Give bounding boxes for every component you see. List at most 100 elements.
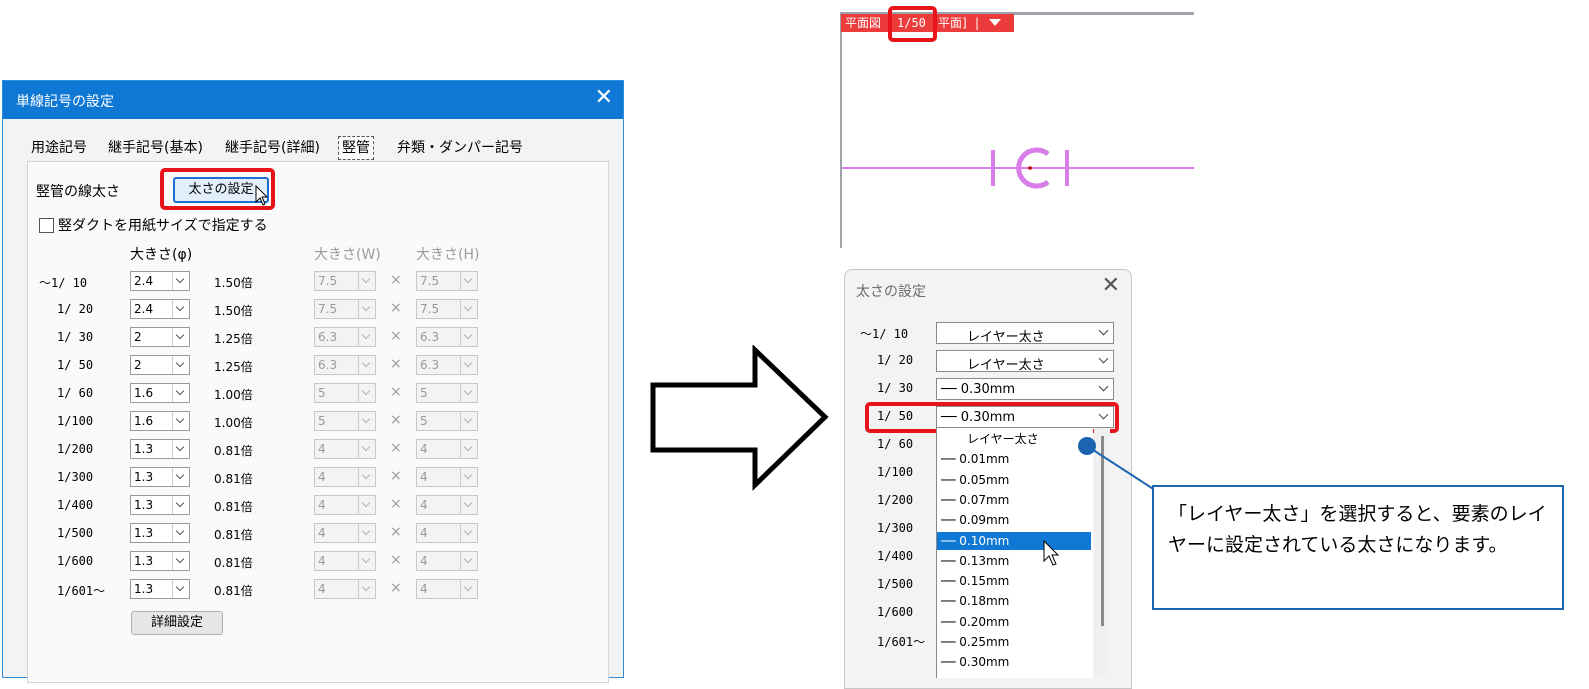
times-sign: ×: [390, 328, 402, 344]
mouse-cursor-icon: [255, 185, 269, 206]
height-combo: 6.3: [416, 355, 478, 375]
chevron-down-icon: [460, 440, 477, 458]
dropdown-option[interactable]: ── 0.15mm: [937, 572, 1091, 590]
height-combo: 4: [416, 579, 478, 599]
chevron-down-icon[interactable]: [172, 412, 189, 430]
diameter-combo[interactable]: 2: [130, 355, 190, 375]
multiplier-label: 1.00倍: [214, 388, 253, 402]
close-icon[interactable]: ✕: [595, 87, 613, 109]
width-combo: 4: [314, 495, 376, 515]
chevron-down-icon[interactable]: [172, 524, 189, 542]
multiplier-label: 0.81倍: [214, 444, 253, 458]
scale-label: ～1/ 10: [860, 327, 909, 341]
duct-paper-size-checkbox[interactable]: [39, 218, 54, 233]
chevron-down-icon: [460, 412, 477, 430]
tab-valve-damper[interactable]: 弁類・ダンパー記号: [397, 137, 523, 159]
multiplier-label: 1.00倍: [214, 416, 253, 430]
chevron-down-icon: [358, 496, 375, 514]
diameter-combo[interactable]: 2.4: [130, 271, 190, 291]
tab-usage-symbol[interactable]: 用途記号: [31, 137, 87, 159]
chevron-down-icon[interactable]: [1095, 379, 1113, 399]
dropdown-option[interactable]: レイヤー太さ: [937, 430, 1091, 448]
width-combo[interactable]: ── 0.30mm: [936, 378, 1114, 400]
diameter-combo[interactable]: 1.3: [130, 495, 190, 515]
chevron-down-icon[interactable]: [172, 468, 189, 486]
multiplier-label: 0.81倍: [214, 528, 253, 542]
scale-label: 1/ 60: [57, 386, 94, 400]
chevron-down-icon[interactable]: [172, 300, 189, 318]
dropdown-option[interactable]: ── 0.18mm: [937, 592, 1091, 610]
caret-down-icon[interactable]: [989, 19, 1001, 27]
dropdown-option[interactable]: ── 0.13mm: [937, 552, 1091, 570]
chevron-down-icon: [460, 300, 477, 318]
scale-label: 1/500: [877, 577, 914, 591]
diameter-combo[interactable]: 1.3: [130, 551, 190, 571]
height-combo: 4: [416, 439, 478, 459]
height-combo: 6.3: [416, 327, 478, 347]
scale-label: 1/300: [57, 470, 94, 484]
scale-label: 1/100: [57, 414, 94, 428]
width-combo: 4: [314, 439, 376, 459]
diameter-combo[interactable]: 2: [130, 327, 190, 347]
chevron-down-icon: [460, 356, 477, 374]
diameter-combo[interactable]: 1.3: [130, 467, 190, 487]
width-combo: 7.5: [314, 271, 376, 291]
dropdown-option[interactable]: ── 0.05mm: [937, 471, 1091, 489]
chevron-down-icon[interactable]: [172, 328, 189, 346]
dropdown-option[interactable]: ── 0.20mm: [937, 613, 1091, 631]
line-width-label: 竪管の線太さ: [36, 184, 120, 200]
tab-vertical-pipe[interactable]: 竪管: [338, 136, 374, 160]
chevron-down-icon[interactable]: [1095, 323, 1113, 343]
chevron-down-icon[interactable]: [172, 384, 189, 402]
mouse-cursor-icon: [1043, 540, 1060, 566]
tab-joint-detail[interactable]: 継手記号(詳細): [225, 137, 320, 159]
right-arrow-icon: [650, 345, 829, 491]
scale-label: 1/200: [877, 493, 914, 507]
chevron-down-icon[interactable]: [1095, 351, 1113, 371]
diameter-combo[interactable]: 1.3: [130, 439, 190, 459]
width-combo[interactable]: レイヤー太さ: [936, 322, 1114, 345]
width-combo[interactable]: レイヤー太さ: [936, 350, 1114, 373]
tab-joint-basic[interactable]: 継手記号(基本): [108, 137, 203, 159]
column-header-w: 大きさ(W): [314, 247, 381, 263]
view-separator: |: [975, 16, 980, 30]
times-sign: ×: [390, 552, 402, 568]
multiplier-label: 1.25倍: [214, 332, 253, 346]
scale-label: 1/ 30: [877, 381, 914, 395]
chevron-down-icon[interactable]: [172, 580, 189, 598]
dropdown-option[interactable]: ── 0.07mm: [937, 491, 1091, 509]
diameter-combo[interactable]: 1.6: [130, 411, 190, 431]
width-dropdown-list[interactable]: レイヤー太さ ── 0.01mm ── 0.05mm ── 0.07mm ── 0.09…: [936, 428, 1093, 678]
chevron-down-icon: [460, 468, 477, 486]
dropdown-option[interactable]: ── 0.09mm: [937, 511, 1091, 529]
diameter-combo[interactable]: 1.3: [130, 579, 190, 599]
detail-settings-button[interactable]: 詳細設定: [131, 611, 223, 635]
dropdown-option[interactable]: ── 0.10mm: [937, 531, 1091, 550]
close-icon[interactable]: ✕: [1102, 275, 1120, 297]
width-combo: 5: [314, 411, 376, 431]
times-sign: ×: [390, 580, 402, 596]
times-sign: ×: [390, 356, 402, 372]
chevron-down-icon: [460, 552, 477, 570]
chevron-down-icon: [460, 580, 477, 598]
scale-label: 1/ 60: [877, 437, 914, 451]
chevron-down-icon[interactable]: [172, 356, 189, 374]
diameter-combo[interactable]: 1.6: [130, 383, 190, 403]
dropdown-option[interactable]: ── 0.25mm: [937, 633, 1091, 651]
chevron-down-icon: [358, 356, 375, 374]
multiplier-label: 0.81倍: [214, 556, 253, 570]
chevron-down-icon[interactable]: [172, 272, 189, 290]
scale-label: 1/601～: [57, 584, 106, 598]
drawing-view[interactable]: [840, 12, 1194, 248]
diameter-combo[interactable]: 1.3: [130, 523, 190, 543]
dropdown-option[interactable]: ── 0.30mm: [937, 653, 1091, 671]
scale-label: 1/300: [877, 521, 914, 535]
pipe-symbol-drawing: [842, 147, 1194, 189]
chevron-down-icon[interactable]: [172, 552, 189, 570]
diameter-combo[interactable]: 2.4: [130, 299, 190, 319]
dropdown-option[interactable]: ── 0.01mm: [937, 450, 1091, 468]
multiplier-label: 1.25倍: [214, 360, 253, 374]
chevron-down-icon: [358, 524, 375, 542]
chevron-down-icon[interactable]: [172, 440, 189, 458]
chevron-down-icon[interactable]: [172, 496, 189, 514]
